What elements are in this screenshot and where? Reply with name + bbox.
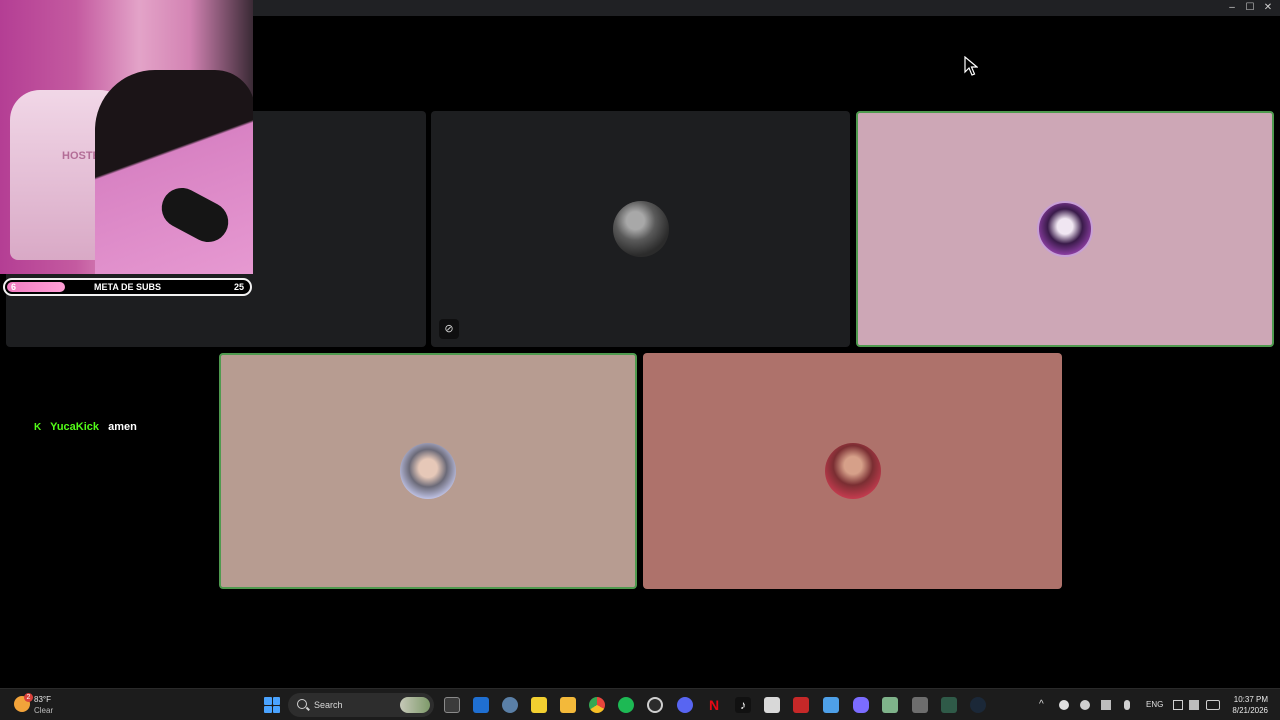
- minimize-button[interactable]: –: [1224, 2, 1240, 14]
- taskbar: 2 83°F Clear Search N ♪ ^ ENG 10:37 PM 8…: [0, 688, 1280, 720]
- search-icon: [297, 699, 307, 709]
- sub-goal-bar: 6 META DE SUBS 25: [3, 278, 252, 296]
- participant-tile-2[interactable]: ⊘: [431, 111, 850, 347]
- mouse-cursor-icon: [964, 56, 978, 76]
- steam-icon[interactable]: [970, 697, 986, 713]
- avatar: [400, 443, 456, 499]
- calculator-icon[interactable]: [912, 697, 928, 713]
- file-explorer-icon[interactable]: [560, 697, 576, 713]
- image-app-icon[interactable]: [882, 697, 898, 713]
- clock-date: 8/21/2026: [1232, 706, 1268, 715]
- settings-icon[interactable]: [502, 697, 518, 713]
- sub-goal-label: META DE SUBS: [93, 282, 161, 292]
- participant-tile-4[interactable]: [219, 353, 637, 589]
- weather-temperature: 83°F: [34, 695, 51, 704]
- search-highlight-image: [400, 697, 430, 713]
- weather-condition: Clear: [34, 706, 54, 715]
- maximize-button[interactable]: ☐: [1242, 2, 1258, 14]
- chrome-icon[interactable]: [589, 697, 605, 713]
- tray-app-icon[interactable]: [1059, 700, 1069, 710]
- game-controller-icon[interactable]: [853, 697, 869, 713]
- spotify-icon[interactable]: [618, 697, 634, 713]
- streamer-webcam: HOSTEC: [0, 0, 253, 274]
- volume-icon[interactable]: [1189, 700, 1199, 710]
- speaker-icon[interactable]: [1101, 700, 1111, 710]
- clock-time: 10:37 PM: [1233, 695, 1268, 704]
- network-icon[interactable]: [1173, 700, 1183, 710]
- participant-tile-5[interactable]: [643, 353, 1062, 589]
- photos-icon[interactable]: [823, 697, 839, 713]
- system-clock[interactable]: 10:37 PM 8/21/2026: [1232, 694, 1268, 716]
- app-icon[interactable]: [764, 697, 780, 713]
- news-icon[interactable]: [793, 697, 809, 713]
- windows-start-icon[interactable]: [264, 697, 280, 713]
- obs-icon[interactable]: [647, 697, 663, 713]
- discord-icon[interactable]: [677, 697, 693, 713]
- sticky-notes-icon[interactable]: [531, 697, 547, 713]
- task-view-icon[interactable]: [444, 697, 460, 713]
- weather-badge: 2: [24, 693, 33, 702]
- microphone-icon[interactable]: [1124, 700, 1130, 710]
- chat-text: amen: [108, 421, 137, 433]
- close-button[interactable]: ✕: [1260, 2, 1276, 14]
- tray-overflow-chevron-icon[interactable]: ^: [1039, 689, 1044, 720]
- taskbar-search[interactable]: Search: [288, 693, 434, 717]
- chat-username: YucaKick: [50, 421, 100, 433]
- desktop-screen: – ☐ ✕ ⊘ HOSTEC 6 META DE SUBS 25 K YucaK…: [0, 0, 1280, 720]
- sub-goal-target: 25: [233, 282, 244, 292]
- terminal-icon[interactable]: [941, 697, 957, 713]
- streamer: [95, 70, 253, 274]
- search-placeholder: Search: [314, 700, 343, 710]
- battery-icon[interactable]: [1206, 700, 1220, 710]
- netflix-icon[interactable]: N: [706, 697, 722, 713]
- camera-off-icon: ⊘: [439, 319, 459, 339]
- kick-badge-icon: K: [34, 422, 42, 433]
- chat-message: K YucaKick amen: [34, 421, 137, 433]
- avatar: [1037, 201, 1093, 257]
- avatar: [612, 201, 669, 257]
- onedrive-icon[interactable]: [1080, 700, 1090, 710]
- tiktok-icon[interactable]: ♪: [735, 697, 751, 713]
- avatar: [824, 443, 881, 499]
- participant-tile-3[interactable]: [856, 111, 1274, 347]
- language-indicator[interactable]: ENG: [1146, 689, 1163, 720]
- edge-icon[interactable]: [473, 697, 489, 713]
